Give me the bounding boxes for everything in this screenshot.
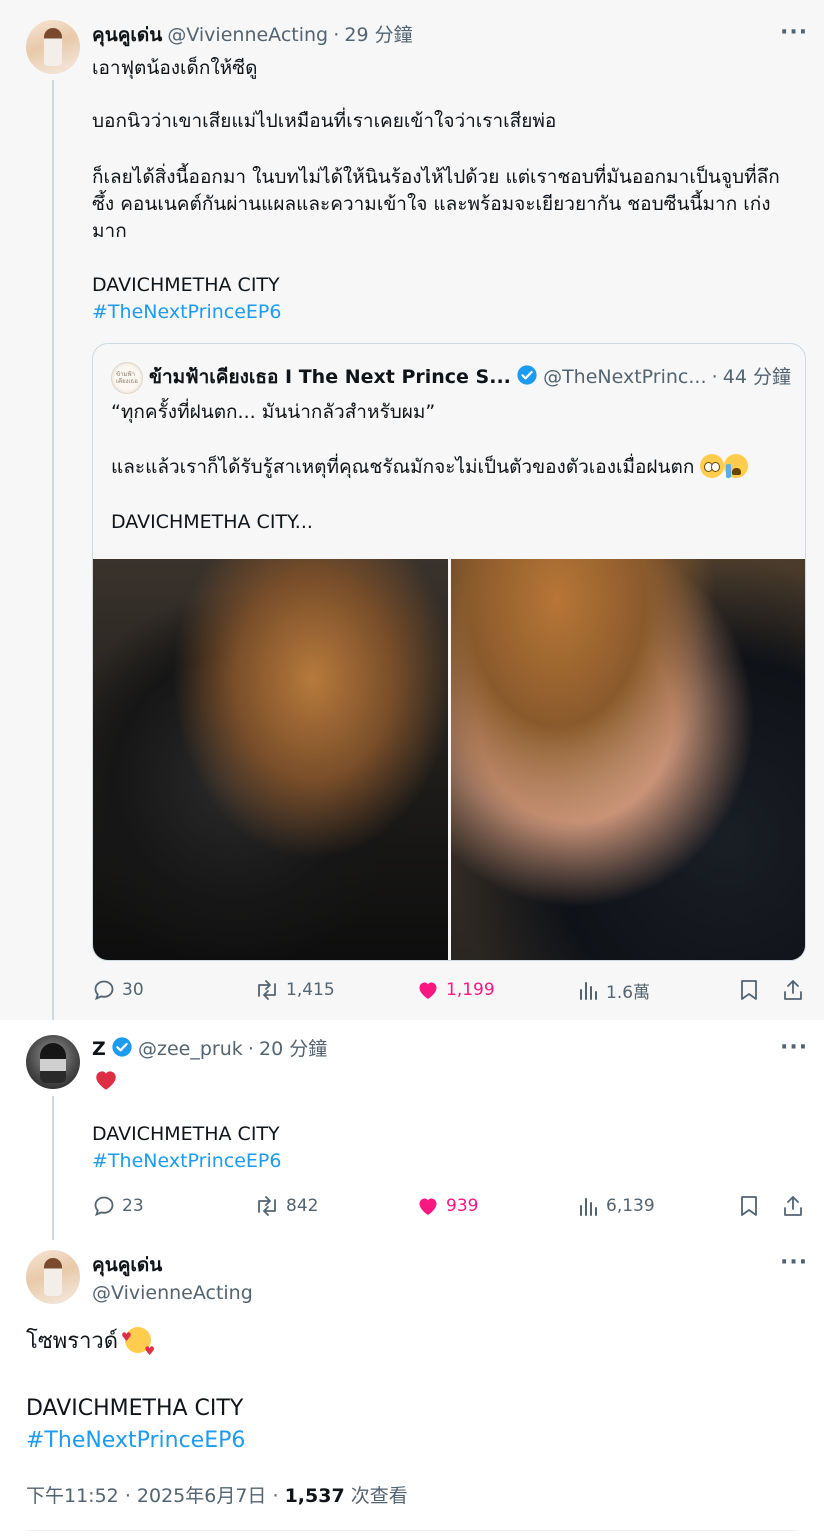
- tweet-text-line: บอกนิวว่าเขาเสียแม่ไปเหมือนที่เราเคยเข้า…: [92, 110, 557, 132]
- views-label: 次查看: [350, 1485, 408, 1507]
- tweet-text-line: มาก: [92, 220, 127, 242]
- like-button[interactable]: 1,199: [416, 975, 495, 1005]
- author-handle[interactable]: @VivienneActing: [167, 24, 328, 46]
- separator-dot: ·: [272, 1485, 279, 1507]
- author-name[interactable]: คุนคูเด่น: [92, 1250, 162, 1280]
- quoted-avatar[interactable]: ข้ามฟ้าเคียงเธอ: [111, 362, 143, 394]
- retweet-icon: [258, 980, 276, 1000]
- tweet-meta: 下午11:52 · 2025年6月7日 · 1,537 次查看: [26, 1482, 408, 1510]
- tweet-text-line: ก็เลยได้สิ่งนี้ออกมา ในบทไม่ได้ให้นินร้อ…: [92, 166, 780, 188]
- divider: [26, 1530, 798, 1531]
- author-name[interactable]: Z: [92, 1038, 106, 1060]
- quoted-timestamp[interactable]: 44 分鐘: [723, 366, 791, 388]
- hashtag-link[interactable]: #TheNextPrinceEP6: [92, 299, 281, 326]
- tweet-text-line: ซึ้ง คอนเนคต์กันผ่านแผลและความเข้าใจ และ…: [92, 193, 771, 215]
- quoted-image-hug-right[interactable]: [451, 559, 805, 960]
- quoted-text: และแล้วเราก็ได้รับรู้สาเหตุที่คุณชรัณมัก…: [111, 456, 695, 478]
- verified-badge-icon: [112, 1037, 132, 1057]
- quoted-tweet[interactable]: ข้ามฟ้าเคียงเธอ ข้ามฟ้าเคียงเธอ I The Ne…: [92, 343, 806, 961]
- share-icon: [784, 1196, 802, 1216]
- reply-button[interactable]: 30: [92, 975, 144, 1005]
- quoted-author-name[interactable]: ข้ามฟ้าเคียงเธอ I The Next Prince S...: [149, 366, 511, 388]
- tweet-header: Z @zee_pruk · 20 分鐘: [92, 1034, 327, 1064]
- reply-count: 23: [122, 1196, 144, 1216]
- views-chart-icon: [580, 1198, 597, 1216]
- author-handle[interactable]: @zee_pruk: [138, 1038, 243, 1060]
- author-handle[interactable]: @VivienneActing: [92, 1279, 253, 1307]
- timestamp[interactable]: 29 分鐘: [344, 24, 412, 46]
- hashtag-link[interactable]: #TheNextPrinceEP6: [26, 1425, 245, 1457]
- tweet-text-line: DAVICHMETHA CITY: [92, 274, 280, 296]
- more-options-icon[interactable]: ···: [780, 20, 808, 45]
- separator-dot: ·: [333, 24, 340, 46]
- avatar[interactable]: [26, 1250, 80, 1304]
- tweet-viviennes-main[interactable]: คุนคูเด่น @VivienneActing · 29 分鐘 ··· เอ…: [0, 0, 824, 1020]
- tweet-text-line: เอาฟุตน้องเด็กให้ซีดู: [92, 57, 258, 79]
- share-button[interactable]: [782, 975, 804, 1005]
- verified-badge-icon: [517, 365, 537, 385]
- heart-filled-icon: [419, 982, 437, 999]
- action-bar: 30 1,415 1,199 1.6萬: [92, 975, 808, 1005]
- views-count: 1.6萬: [606, 982, 651, 1003]
- bookmark-button[interactable]: [738, 975, 760, 1005]
- retweet-count: 842: [286, 1196, 319, 1216]
- thread-line: [52, 1096, 54, 1240]
- views-chart-icon: [580, 982, 597, 1000]
- quoted-text-line: “ทุกครั้งที่ฝนตก... มันน่ากลัวสำหรับผม”: [111, 401, 436, 423]
- sob-face-emoji-icon: [724, 454, 749, 478]
- hashtag-link[interactable]: #TheNextPrinceEP6: [92, 1148, 281, 1175]
- quoted-text-line: และแล้วเราก็ได้รับรู้สาเหตุที่คุณชรัณมัก…: [111, 454, 749, 481]
- bookmark-button[interactable]: [738, 1191, 760, 1221]
- tweet-text-line: DAVICHMETHA CITY: [92, 1123, 280, 1145]
- more-options-icon[interactable]: ···: [780, 1250, 808, 1275]
- retweet-button[interactable]: 842: [254, 1191, 318, 1221]
- post-time[interactable]: 下午11:52: [26, 1485, 119, 1507]
- more-options-icon[interactable]: ···: [780, 1035, 808, 1060]
- quoted-author-handle[interactable]: @TheNextPrinc...: [543, 366, 706, 388]
- quoted-image-hug-left[interactable]: [93, 559, 448, 960]
- author-name[interactable]: คุนคูเด่น: [92, 24, 162, 46]
- avatar[interactable]: [26, 20, 80, 74]
- post-date[interactable]: 2025年6月7日: [137, 1485, 267, 1507]
- views-button[interactable]: 1.6萬: [578, 975, 650, 1005]
- share-button[interactable]: [782, 1191, 804, 1221]
- action-bar: 23 842 939 6,139: [92, 1191, 808, 1221]
- like-button[interactable]: 939: [416, 1191, 478, 1221]
- timestamp[interactable]: 20 分鐘: [259, 1038, 327, 1060]
- reply-button[interactable]: 23: [92, 1191, 144, 1221]
- retweet-button[interactable]: 1,415: [254, 975, 335, 1005]
- bookmark-icon: [741, 1196, 757, 1216]
- bookmark-icon: [741, 980, 757, 1000]
- like-count: 939: [446, 1196, 479, 1216]
- pleading-face-emoji-icon: [700, 454, 725, 478]
- tweet-text-line: โซพราวด์: [26, 1321, 155, 1367]
- reply-icon: [94, 980, 114, 1001]
- tweet-header: คุนคูเด่น @VivienneActing · 29 分鐘: [92, 20, 413, 50]
- views-count: 6,139: [606, 1196, 655, 1216]
- retweet-count: 1,415: [286, 980, 335, 1000]
- views-button[interactable]: 6,139: [578, 1191, 655, 1221]
- avatar[interactable]: [26, 1035, 80, 1089]
- tweet-text: โซพราวด์: [26, 1329, 119, 1354]
- thread-line: [52, 80, 54, 1020]
- like-count: 1,199: [446, 980, 495, 1000]
- quoted-avatar-logo-text: ข้ามฟ้าเคียงเธอ: [116, 371, 138, 385]
- separator-dot: ·: [124, 1485, 131, 1507]
- retweet-icon: [258, 1196, 276, 1216]
- views-count: 1,537: [284, 1485, 345, 1507]
- quoted-text-line: DAVICHMETHA CITY...: [111, 511, 313, 533]
- share-icon: [784, 980, 802, 1000]
- heart-filled-icon: [419, 1198, 437, 1215]
- reply-count: 30: [122, 980, 144, 1000]
- red-heart-emoji-icon: [96, 1071, 116, 1090]
- tweet-text-line: DAVICHMETHA CITY: [26, 1396, 244, 1421]
- separator-dot: ·: [247, 1038, 254, 1060]
- separator-dot: ·: [711, 366, 718, 388]
- quoted-header: ข้ามฟ้าเคียงเธอ I The Next Prince S... @…: [149, 362, 791, 392]
- reply-icon: [94, 1196, 114, 1217]
- smiling-face-with-hearts-emoji-icon: [121, 1321, 155, 1367]
